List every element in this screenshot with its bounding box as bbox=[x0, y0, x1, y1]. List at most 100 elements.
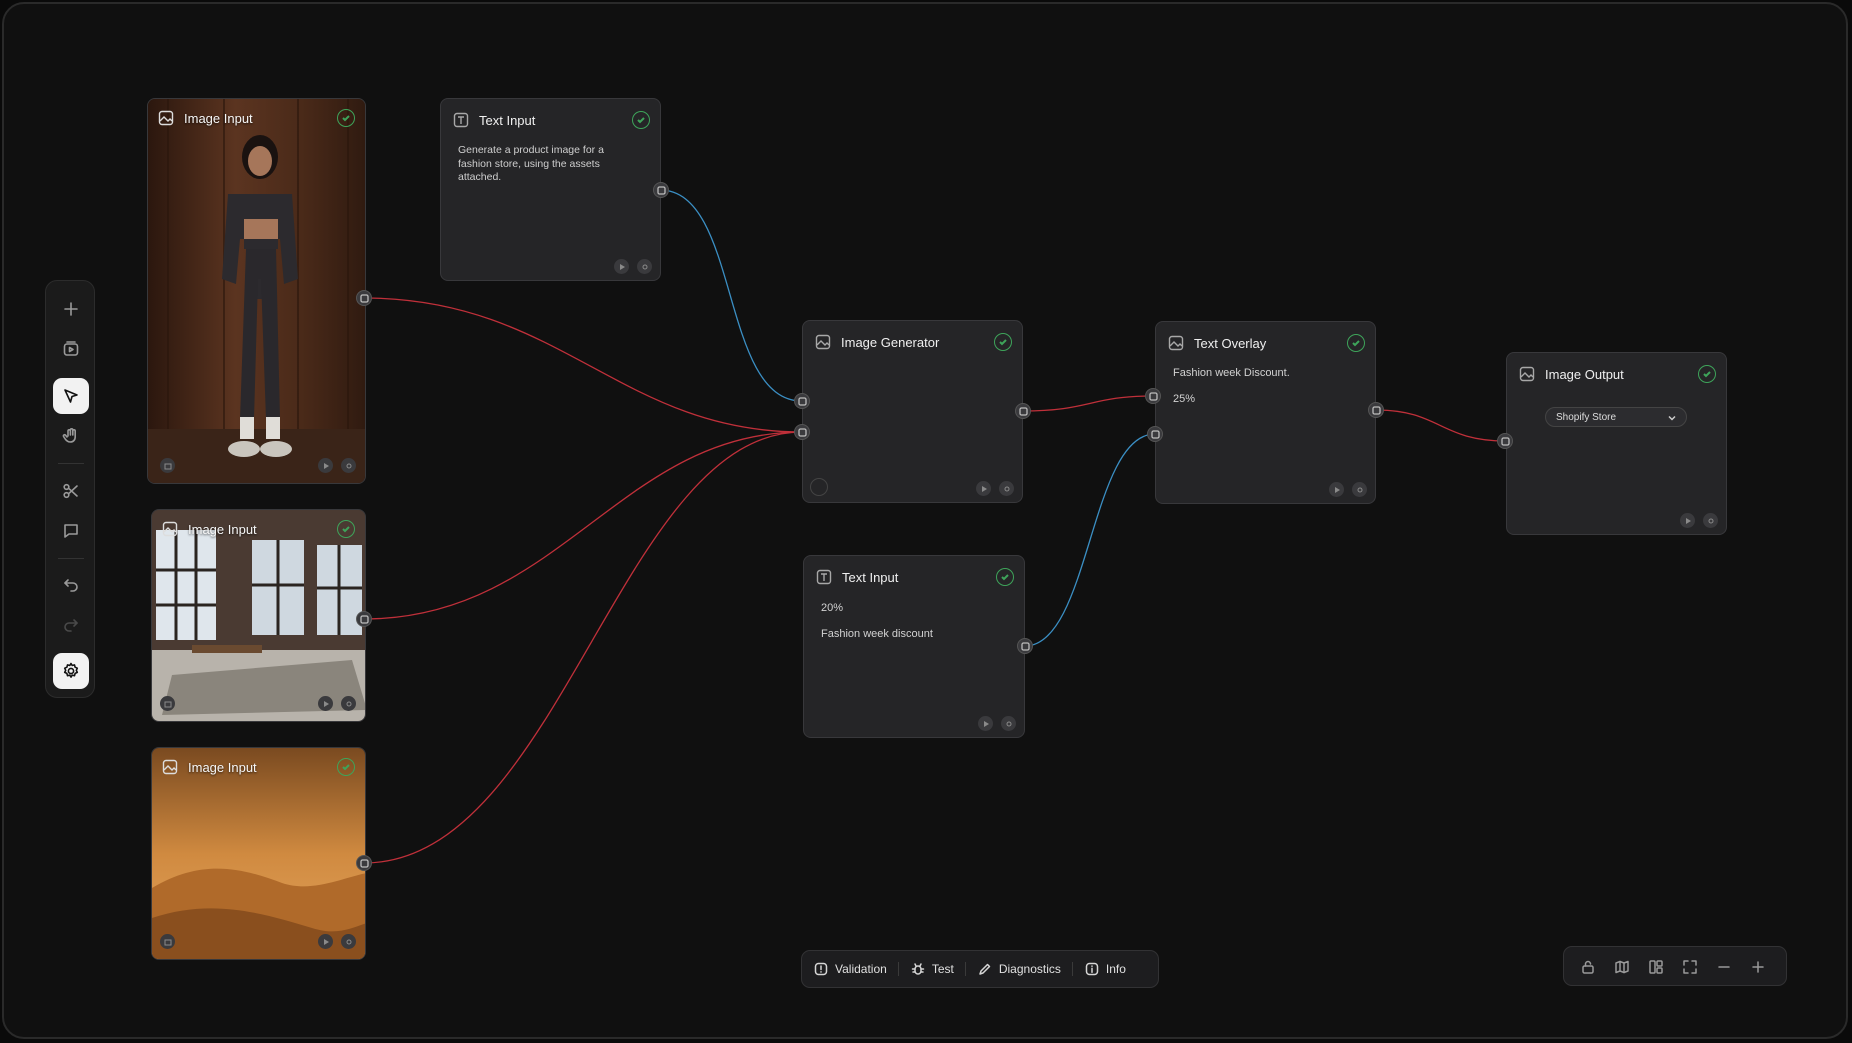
node-settings-button[interactable] bbox=[341, 934, 356, 949]
media-button[interactable] bbox=[53, 331, 89, 367]
camera-icon[interactable] bbox=[160, 696, 175, 711]
destination-select[interactable]: Shopify Store bbox=[1545, 407, 1687, 427]
loading-indicator bbox=[810, 478, 828, 496]
node-settings-button[interactable] bbox=[341, 696, 356, 711]
run-node-button[interactable] bbox=[614, 259, 629, 274]
tool-palette bbox=[45, 280, 95, 698]
redo-button[interactable] bbox=[53, 606, 89, 642]
text-input-node-2[interactable]: Text Input 20% Fashion week discount bbox=[803, 555, 1025, 738]
image-output-port[interactable] bbox=[356, 855, 372, 871]
pen-icon bbox=[979, 963, 991, 975]
info-button[interactable]: Info bbox=[1085, 950, 1138, 988]
alert-icon bbox=[814, 962, 828, 976]
overlay-text-line-2[interactable]: 25% bbox=[1173, 393, 1195, 405]
image-icon bbox=[158, 110, 174, 126]
cut-tool-button[interactable] bbox=[53, 473, 89, 509]
overlay-text-line-1[interactable]: Fashion week Discount. bbox=[1173, 367, 1290, 379]
undo-button[interactable] bbox=[53, 566, 89, 602]
image-input-node-1[interactable]: Image Input bbox=[147, 98, 366, 484]
text-input-port[interactable] bbox=[1147, 426, 1163, 442]
text-overlay-node[interactable]: Text Overlay Fashion week Discount. 25% bbox=[1155, 321, 1376, 504]
run-node-button[interactable] bbox=[318, 458, 333, 473]
node-title: Image Input bbox=[188, 759, 257, 775]
redo-icon bbox=[64, 619, 78, 632]
diagnostics-button[interactable]: Diagnostics bbox=[978, 950, 1073, 988]
diagnostics-label: Diagnostics bbox=[998, 962, 1061, 976]
node-settings-button[interactable] bbox=[1703, 513, 1718, 528]
image-input-node-2[interactable]: Image Input bbox=[151, 509, 366, 722]
node-title: Text Input bbox=[842, 569, 899, 585]
hand-icon bbox=[62, 428, 76, 443]
minimap-button[interactable] bbox=[1612, 957, 1632, 977]
camera-icon[interactable] bbox=[160, 934, 175, 949]
run-node-button[interactable] bbox=[1329, 482, 1344, 497]
text-output-port[interactable] bbox=[1017, 638, 1033, 654]
node-title: Image Input bbox=[188, 521, 257, 537]
camera-icon[interactable] bbox=[160, 458, 175, 473]
node-settings-button[interactable] bbox=[341, 458, 356, 473]
text-icon bbox=[453, 112, 469, 128]
scissors-icon bbox=[63, 483, 78, 499]
validation-button[interactable]: Validation bbox=[814, 950, 899, 988]
comment-tool-button[interactable] bbox=[53, 513, 89, 549]
settings-button[interactable] bbox=[53, 653, 89, 689]
pointer-icon bbox=[64, 389, 78, 403]
prompt-text[interactable]: Generate a product image for a fashion s… bbox=[458, 144, 630, 185]
image-output-port[interactable] bbox=[356, 611, 372, 627]
text-output-port[interactable] bbox=[653, 182, 669, 198]
image-icon bbox=[162, 759, 178, 775]
image-icon bbox=[1519, 366, 1535, 382]
run-node-button[interactable] bbox=[976, 481, 991, 496]
image-input-port[interactable] bbox=[794, 424, 810, 440]
image-preview-loft bbox=[152, 510, 365, 721]
text-input-node-1[interactable]: Text Input Generate a product image for … bbox=[440, 98, 661, 281]
image-output-port[interactable] bbox=[356, 290, 372, 306]
image-output-port[interactable] bbox=[1015, 403, 1031, 419]
status-check-icon bbox=[1347, 334, 1365, 352]
add-node-button[interactable] bbox=[53, 291, 89, 327]
fullscreen-button[interactable] bbox=[1680, 957, 1700, 977]
lock-button[interactable] bbox=[1578, 957, 1598, 977]
status-check-icon bbox=[994, 333, 1012, 351]
layout-button[interactable] bbox=[1646, 957, 1666, 977]
node-title: Image Output bbox=[1545, 366, 1624, 382]
zoom-out-icon bbox=[1718, 966, 1730, 968]
pan-tool-button[interactable] bbox=[53, 418, 89, 454]
image-input-port[interactable] bbox=[1497, 433, 1513, 449]
status-check-icon bbox=[337, 758, 355, 776]
node-settings-button[interactable] bbox=[999, 481, 1014, 496]
image-icon bbox=[1168, 335, 1184, 351]
view-controls bbox=[1563, 946, 1787, 986]
node-settings-button[interactable] bbox=[637, 259, 652, 274]
run-node-button[interactable] bbox=[318, 696, 333, 711]
text-line-2[interactable]: Fashion week discount bbox=[821, 628, 933, 640]
fullscreen-icon bbox=[1683, 960, 1697, 974]
image-preview-desert bbox=[152, 748, 365, 959]
text-line-1[interactable]: 20% bbox=[821, 602, 843, 614]
layout-icon bbox=[1649, 960, 1663, 974]
plus-icon bbox=[64, 302, 78, 316]
node-title: Text Overlay bbox=[1194, 335, 1267, 351]
zoom-out-button[interactable] bbox=[1714, 957, 1734, 977]
run-node-button[interactable] bbox=[1680, 513, 1695, 528]
run-node-button[interactable] bbox=[978, 716, 993, 731]
bug-icon bbox=[911, 963, 925, 975]
text-input-port[interactable] bbox=[794, 393, 810, 409]
info-label: Info bbox=[1105, 962, 1126, 976]
zoom-in-button[interactable] bbox=[1748, 957, 1768, 977]
info-icon bbox=[1085, 962, 1099, 976]
node-title: Image Generator bbox=[841, 334, 940, 350]
image-generator-node[interactable]: Image Generator bbox=[802, 320, 1023, 503]
image-input-node-3[interactable]: Image Input bbox=[151, 747, 366, 960]
select-tool-button[interactable] bbox=[53, 378, 89, 414]
image-output-port[interactable] bbox=[1368, 402, 1384, 418]
test-label: Test bbox=[931, 962, 954, 976]
bottom-status-bar: Validation Test Diagnostics Info bbox=[801, 950, 1159, 988]
image-input-port[interactable] bbox=[1145, 388, 1161, 404]
image-output-node[interactable]: Image Output Shopify Store bbox=[1506, 352, 1727, 535]
run-node-button[interactable] bbox=[318, 934, 333, 949]
node-settings-button[interactable] bbox=[1001, 716, 1016, 731]
test-button[interactable]: Test bbox=[911, 950, 966, 988]
node-settings-button[interactable] bbox=[1352, 482, 1367, 497]
destination-select-value: Shopify Store bbox=[1556, 411, 1617, 423]
